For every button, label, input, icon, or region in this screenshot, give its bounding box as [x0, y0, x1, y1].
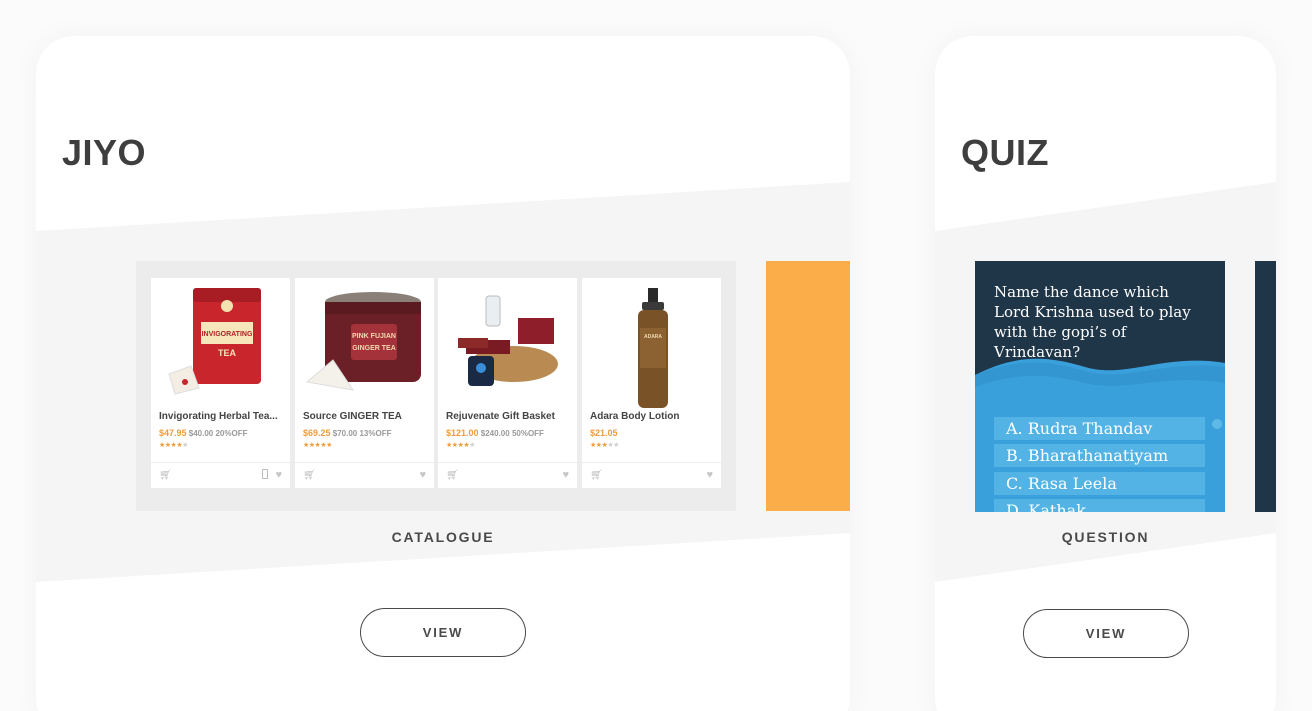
product-image-ginger-tea: PINK FUJIAN GINGER TEA [305, 292, 421, 391]
cart-icon[interactable]: 🛒︎ [303, 470, 316, 481]
quiz-option-d[interactable]: D. Kathak [994, 499, 1205, 512]
product-card[interactable]: PINK FUJIAN GINGER TEA Source GINGER TEA… [295, 278, 434, 488]
product-card[interactable]: INVIGORATING TEA Invigorating Herbal Tea… [151, 278, 290, 488]
divider [151, 462, 290, 463]
card-caption: QUESTION [1061, 529, 1150, 545]
next-slide-peek[interactable] [766, 261, 850, 511]
quiz-option-a[interactable]: A. Rudra Thandav [994, 417, 1205, 440]
heart-icon[interactable]: ♥ [562, 469, 569, 481]
cart-icon[interactable]: 🛒︎ [590, 470, 603, 481]
product-image-gift-basket [458, 295, 558, 386]
heart-icon[interactable]: ♥ [706, 469, 713, 481]
price-row: $47.95 $40.00 20%OFF [159, 428, 247, 438]
product-price: $69.25 [303, 428, 331, 438]
divider [582, 462, 721, 463]
product-price: $47.95 [159, 428, 187, 438]
cart-icon[interactable]: 🛒︎ [159, 470, 172, 481]
product-name: Source GINGER TEA [303, 411, 402, 422]
rating-stars: ★★★★★ [159, 442, 188, 449]
product-discount: 20%OFF [215, 429, 248, 438]
product-discount: 50%OFF [511, 429, 544, 438]
svg-text:ADARA: ADARA [644, 334, 662, 340]
quiz-option-b[interactable]: B. Bharathanatiyam [994, 444, 1205, 467]
price-row: $69.25 $70.00 13%OFF [303, 428, 391, 438]
svg-text:TEA: TEA [218, 348, 237, 358]
card-title: QUIZ [961, 132, 1049, 173]
next-slide-peek[interactable] [1255, 261, 1276, 512]
cart-icon[interactable]: 🛒︎ [446, 470, 459, 481]
rating-stars: ★★★★★ [590, 442, 619, 449]
product-name: Invigorating Herbal Tea... [159, 411, 278, 422]
divider [295, 462, 434, 463]
product-name: Adara Body Lotion [590, 411, 680, 422]
rating-stars: ★★★★★ [446, 442, 475, 449]
card-caption: CATALOGUE [391, 529, 495, 545]
catalogue-preview[interactable]: INVIGORATING TEA Invigorating Herbal Tea… [136, 261, 736, 511]
product-old-price: $40.00 [188, 429, 214, 438]
rating-stars: ★★★★★ [303, 442, 332, 449]
product-name: Rejuvenate Gift Basket [446, 411, 555, 422]
view-button[interactable]: VIEW [360, 608, 526, 657]
price-row: $121.00 $240.00 50%OFF [446, 428, 544, 438]
quiz-preview[interactable]: Name the dance which Lord Krishna used t… [975, 261, 1225, 512]
heart-icon[interactable]: ♥ [275, 469, 282, 481]
product-card[interactable]: ADARA Adara Body Lotion $21.05 ★★★★★ 🛒︎ … [582, 278, 721, 488]
view-button[interactable]: VIEW [1023, 609, 1189, 658]
price-row: $21.05 [590, 428, 618, 438]
svg-text:GINGER TEA: GINGER TEA [352, 345, 396, 352]
heart-icon[interactable]: ♥ [419, 469, 426, 481]
product-price: $21.05 [590, 428, 618, 438]
product-image-tea-tin: INVIGORATING TEA [168, 288, 261, 395]
product-card[interactable]: Rejuvenate Gift Basket $121.00 $240.00 5… [438, 278, 577, 488]
product-old-price: $240.00 [480, 429, 510, 438]
product-discount: 13%OFF [359, 429, 392, 438]
product-old-price: $70.00 [332, 429, 358, 438]
divider [438, 462, 577, 463]
quiz-question: Name the dance which Lord Krishna used t… [994, 283, 1191, 361]
card-title: JIYO [62, 132, 147, 173]
svg-text:PINK FUJIAN: PINK FUJIAN [352, 333, 396, 340]
phone-icon[interactable] [262, 469, 268, 479]
quiz-card: QUIZ Name the dance which Lord Krishna u… [935, 36, 1276, 711]
jiyo-card: JIYO INVIGORATING TEA Invigorating Herba… [36, 36, 850, 711]
product-image-body-lotion: ADARA [638, 288, 668, 408]
quiz-option-c[interactable]: C. Rasa Leela [994, 472, 1205, 495]
svg-text:INVIGORATING: INVIGORATING [202, 331, 253, 338]
product-price: $121.00 [446, 428, 479, 438]
